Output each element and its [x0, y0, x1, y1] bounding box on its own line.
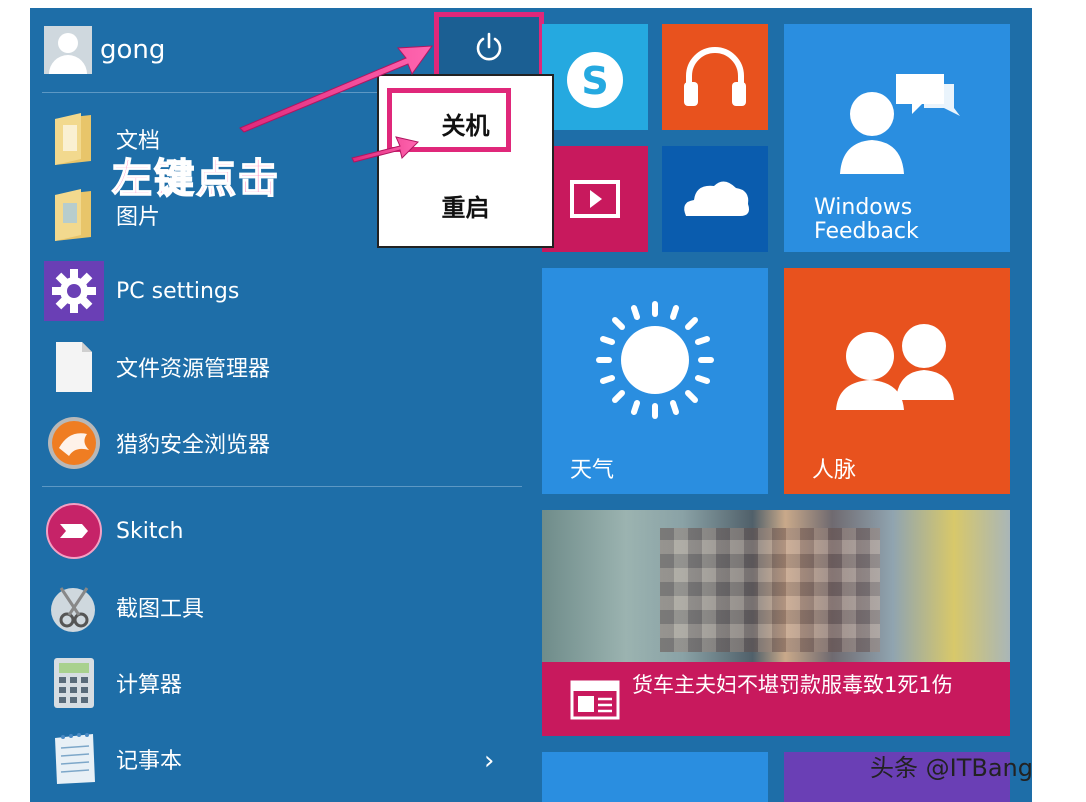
news-headline: 货车主夫妇不堪罚款服毒致1死1伤	[632, 673, 953, 697]
app-item-pc-settings[interactable]: PC settings	[44, 261, 240, 321]
tile-label: Windows Feedback	[814, 195, 919, 244]
snipping-tool-icon	[44, 577, 104, 637]
annotation-text: 左键点击	[111, 155, 280, 203]
calculator-icon	[44, 653, 104, 713]
power-button[interactable]	[434, 12, 544, 82]
tile-onedrive[interactable]	[662, 146, 768, 252]
svg-text:S: S	[581, 59, 608, 103]
power-icon	[476, 32, 502, 61]
tile-label: 人脉	[812, 458, 857, 483]
tile-music[interactable]	[662, 24, 768, 130]
shutdown-menu-item[interactable]: 关机	[379, 106, 552, 141]
cloud-icon	[684, 181, 749, 216]
video-icon	[570, 180, 620, 218]
tile-skype[interactable]: S	[542, 24, 648, 130]
chevron-right-icon[interactable]: ›	[484, 746, 494, 776]
app-label: 文件资源管理器	[116, 357, 271, 382]
news-headline-bar: 货车主夫妇不堪罚款服毒致1死1伤	[542, 662, 1010, 736]
power-menu: 关机 重启	[377, 74, 554, 248]
tile-partial[interactable]	[542, 752, 768, 802]
skitch-icon	[44, 501, 104, 561]
document-icon	[44, 337, 104, 397]
avatar	[44, 26, 92, 74]
news-photo-blur	[660, 528, 880, 652]
app-item-cheetah-browser[interactable]: 猎豹安全浏览器	[44, 414, 270, 472]
app-item-snipping-tool[interactable]: 截图工具	[44, 578, 204, 636]
app-label: 记事本	[116, 749, 183, 774]
tile-label: 天气	[570, 458, 615, 483]
tile-windows-feedback[interactable]: Windows Feedback	[784, 24, 1010, 252]
divider	[42, 486, 522, 487]
gear-icon	[44, 261, 104, 321]
app-item-file-explorer[interactable]: 文件资源管理器	[44, 338, 270, 396]
app-item-notepad[interactable]: 记事本	[44, 730, 182, 788]
app-item-calculator[interactable]: 计算器	[44, 654, 182, 712]
headphones-icon	[684, 47, 746, 106]
folder-icon	[44, 185, 104, 245]
app-label: PC settings	[116, 278, 240, 304]
tile-weather[interactable]: 天气	[542, 268, 768, 494]
app-label: 计算器	[116, 673, 183, 698]
user-account[interactable]: gong	[44, 26, 165, 74]
tile-people[interactable]: 人脉	[784, 268, 1010, 494]
skype-icon: S	[567, 52, 623, 108]
restart-menu-item[interactable]: 重启	[379, 188, 552, 223]
app-label: 猎豹安全浏览器	[116, 433, 271, 458]
watermark: 头条 @ITBang	[870, 754, 1033, 782]
news-icon	[570, 680, 620, 720]
cheetah-browser-icon	[44, 413, 104, 473]
folder-icon	[44, 109, 104, 169]
app-label: 截图工具	[116, 597, 205, 622]
app-item-skitch[interactable]: Skitch	[44, 502, 183, 560]
tile-video[interactable]	[542, 146, 648, 252]
tile-news[interactable]: 货车主夫妇不堪罚款服毒致1死1伤	[542, 510, 1010, 736]
user-name: gong	[100, 35, 166, 65]
notepad-icon	[44, 729, 104, 789]
app-label: Skitch	[116, 518, 184, 544]
